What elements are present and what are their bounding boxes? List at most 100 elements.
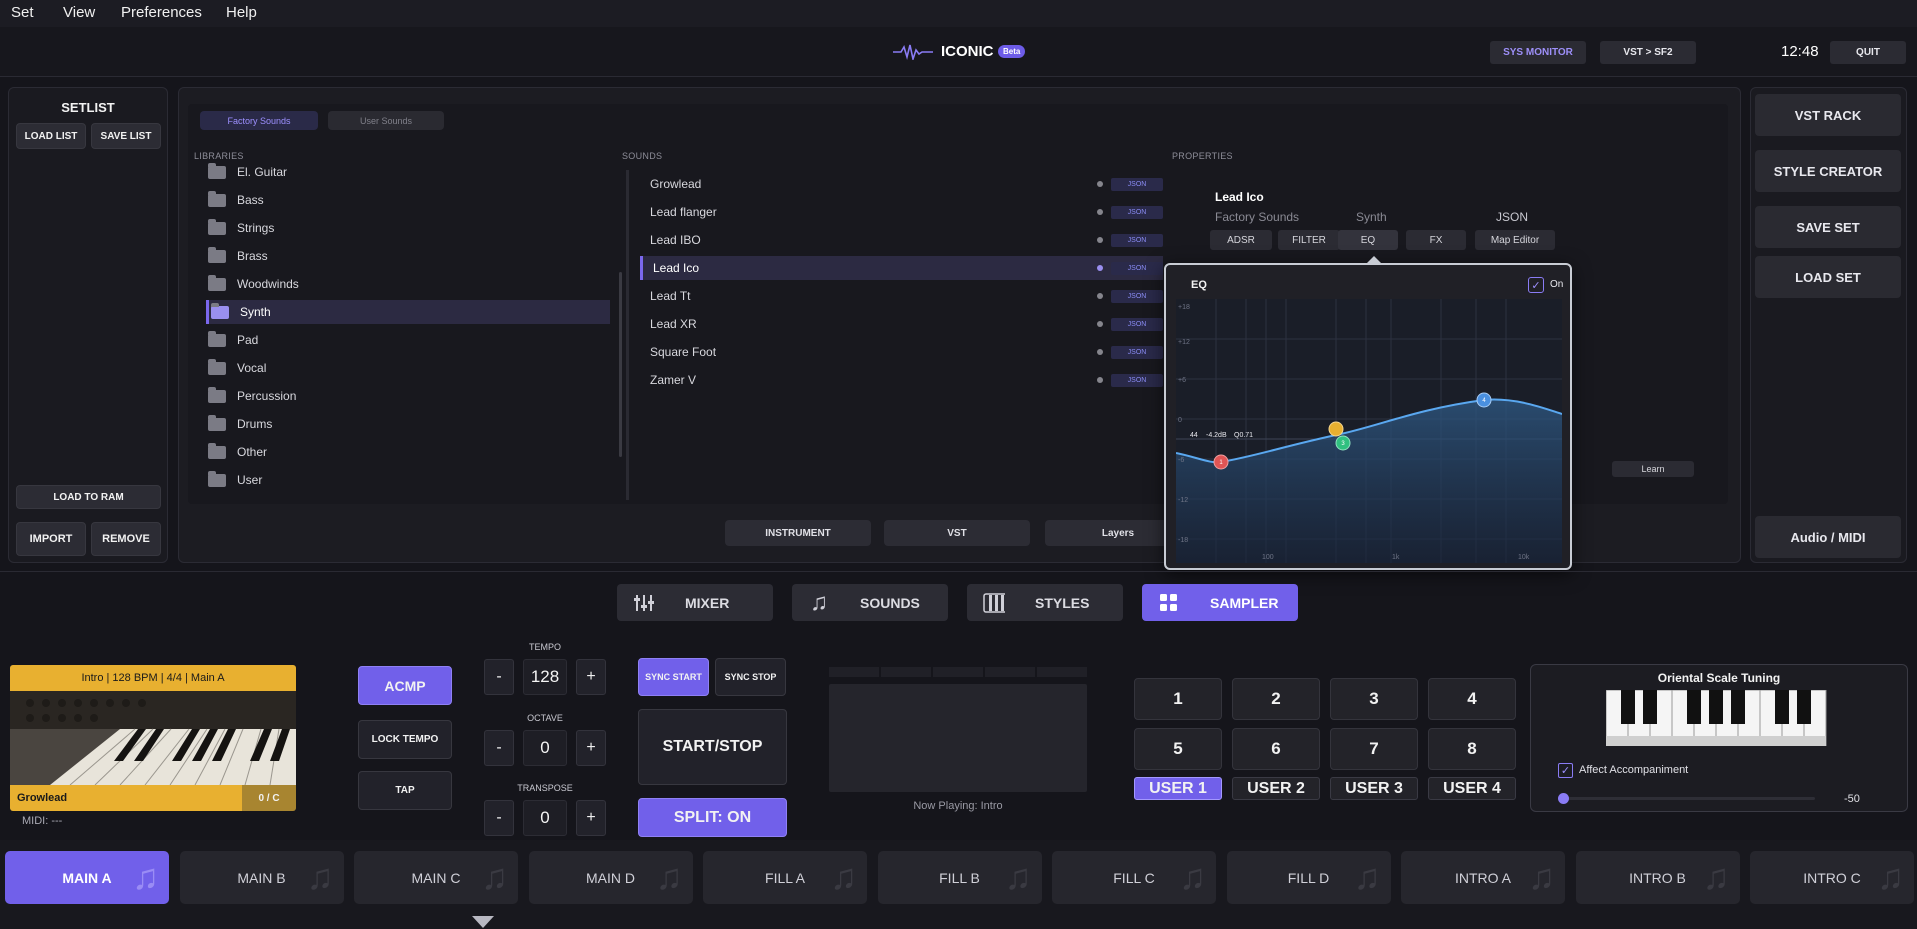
- eq-graph[interactable]: +18 +12 +6 0 -6 -12 -18 100 1k 10k 44 -4…: [1176, 299, 1562, 563]
- menu-set[interactable]: Set: [11, 4, 34, 21]
- sync-stop-button[interactable]: SYNC STOP: [715, 658, 786, 696]
- libraries-scrollbar[interactable]: [619, 272, 622, 457]
- json-badge[interactable]: JSON: [1111, 233, 1163, 247]
- sync-start-button[interactable]: SYNC START: [638, 658, 709, 696]
- variation-button[interactable]: ♫ INTRO B: [1575, 851, 1740, 904]
- menu-view[interactable]: View: [63, 4, 95, 21]
- variation-button[interactable]: ♫ FILL A: [703, 851, 867, 904]
- tuning-slider-track[interactable]: [1563, 797, 1815, 800]
- load-list-button[interactable]: LOAD LIST: [16, 123, 86, 149]
- affect-accompaniment-checkbox[interactable]: ✓: [1558, 763, 1573, 778]
- vst-to-sf2-button[interactable]: VST > SF2: [1600, 41, 1696, 64]
- tab-instrument[interactable]: INSTRUMENT: [725, 520, 871, 546]
- remove-button[interactable]: REMOVE: [91, 522, 161, 556]
- pad-button[interactable]: 6: [1232, 728, 1320, 770]
- sound-item[interactable]: Growlead JSON: [640, 172, 1163, 196]
- tab-adsr[interactable]: ADSR: [1210, 230, 1272, 250]
- import-button[interactable]: IMPORT: [16, 522, 86, 556]
- library-item[interactable]: Synth: [206, 300, 610, 324]
- tab-factory-sounds[interactable]: Factory Sounds: [200, 111, 318, 130]
- library-item[interactable]: Percussion: [206, 384, 610, 408]
- pad-button[interactable]: 1: [1134, 678, 1222, 720]
- save-list-button[interactable]: SAVE LIST: [91, 123, 161, 149]
- transpose-value[interactable]: 0: [523, 800, 567, 836]
- quit-button[interactable]: QUIT: [1830, 41, 1906, 64]
- json-badge[interactable]: JSON: [1111, 345, 1163, 359]
- json-badge[interactable]: JSON: [1111, 205, 1163, 219]
- learn-button[interactable]: Learn: [1612, 461, 1694, 477]
- library-item[interactable]: Pad: [206, 328, 610, 352]
- tab-fx[interactable]: FX: [1406, 230, 1466, 250]
- variation-button[interactable]: ♫ MAIN C: [354, 851, 518, 904]
- pad-button[interactable]: 2: [1232, 678, 1320, 720]
- json-badge[interactable]: JSON: [1111, 373, 1163, 387]
- tab-filter[interactable]: FILTER: [1278, 230, 1340, 250]
- library-item[interactable]: Vocal: [206, 356, 610, 380]
- variation-button[interactable]: ♫ MAIN B: [179, 851, 344, 904]
- menu-help[interactable]: Help: [226, 4, 257, 21]
- library-item[interactable]: Other: [206, 440, 610, 464]
- nav-styles[interactable]: STYLES: [967, 584, 1123, 621]
- sound-item[interactable]: Lead flanger JSON: [640, 200, 1163, 224]
- sound-item[interactable]: Lead Tt JSON: [640, 284, 1163, 308]
- lock-tempo-button[interactable]: LOCK TEMPO: [358, 720, 452, 759]
- library-item[interactable]: User: [206, 468, 610, 492]
- sound-item[interactable]: Zamer V JSON: [640, 368, 1163, 392]
- user-button[interactable]: USER 3: [1330, 777, 1418, 800]
- style-creator-button[interactable]: STYLE CREATOR: [1755, 150, 1901, 192]
- eq-band-2-handle[interactable]: [1328, 421, 1344, 437]
- acmp-button[interactable]: ACMP: [358, 666, 452, 705]
- instrument-card[interactable]: Intro | 128 BPM | 4/4 | Main A Growlead …: [10, 665, 296, 811]
- library-item[interactable]: Bass: [206, 188, 610, 212]
- save-set-button[interactable]: SAVE SET: [1755, 206, 1901, 248]
- tuning-slider-handle[interactable]: [1558, 793, 1569, 804]
- sys-monitor-button[interactable]: SYS MONITOR: [1490, 41, 1586, 64]
- split-button[interactable]: SPLIT: ON: [638, 798, 787, 837]
- load-to-ram-button[interactable]: LOAD TO RAM: [16, 485, 161, 509]
- nav-mixer[interactable]: MIXER: [617, 584, 773, 621]
- transpose-minus-button[interactable]: -: [484, 800, 514, 836]
- library-item[interactable]: Brass: [206, 244, 610, 268]
- variation-button[interactable]: ♫ INTRO A: [1401, 851, 1565, 904]
- user-button[interactable]: USER 1: [1134, 777, 1222, 800]
- library-item[interactable]: El. Guitar: [206, 163, 610, 184]
- sounds-scrollbar[interactable]: [626, 170, 629, 500]
- nav-sounds[interactable]: ♫ SOUNDS: [792, 584, 948, 621]
- json-badge[interactable]: JSON: [1111, 177, 1163, 191]
- library-item[interactable]: Strings: [206, 216, 610, 240]
- variation-button[interactable]: ♫ FILL D: [1226, 851, 1391, 904]
- pad-button[interactable]: 8: [1428, 728, 1516, 770]
- variation-button[interactable]: ♫ FILL C: [1052, 851, 1216, 904]
- library-item[interactable]: Drums: [206, 412, 610, 436]
- variation-button[interactable]: ♫ MAIN D: [528, 851, 693, 904]
- user-button[interactable]: USER 4: [1428, 777, 1516, 800]
- tab-user-sounds[interactable]: User Sounds: [328, 111, 444, 130]
- sound-item[interactable]: Lead Ico JSON: [640, 256, 1163, 280]
- transpose-plus-button[interactable]: +: [576, 800, 606, 836]
- json-badge[interactable]: JSON: [1111, 261, 1163, 275]
- nav-sampler[interactable]: SAMPLER: [1142, 584, 1298, 621]
- sound-item[interactable]: Square Foot JSON: [640, 340, 1163, 364]
- tab-map-editor[interactable]: Map Editor: [1475, 230, 1555, 250]
- tempo-plus-button[interactable]: +: [576, 659, 606, 695]
- tempo-value[interactable]: 128: [523, 659, 567, 695]
- variation-button[interactable]: ♫ INTRO C: [1750, 851, 1914, 904]
- variation-button[interactable]: ♫ FILL B: [877, 851, 1042, 904]
- eq-on-checkbox[interactable]: ✓: [1528, 277, 1544, 293]
- tuning-keyboard[interactable]: [1606, 690, 1831, 746]
- audio-midi-button[interactable]: Audio / MIDI: [1755, 516, 1901, 558]
- json-badge[interactable]: JSON: [1111, 317, 1163, 331]
- tab-vst[interactable]: VST: [884, 520, 1030, 546]
- pad-button[interactable]: 3: [1330, 678, 1418, 720]
- octave-plus-button[interactable]: +: [576, 730, 606, 766]
- menu-preferences[interactable]: Preferences: [121, 4, 202, 21]
- vst-rack-button[interactable]: VST RACK: [1755, 94, 1901, 136]
- json-badge[interactable]: JSON: [1111, 289, 1163, 303]
- pad-button[interactable]: 4: [1428, 678, 1516, 720]
- octave-minus-button[interactable]: -: [484, 730, 514, 766]
- user-button[interactable]: USER 2: [1232, 777, 1320, 800]
- tab-eq[interactable]: EQ: [1338, 230, 1398, 250]
- variation-button[interactable]: ♫ MAIN A: [5, 851, 169, 904]
- tap-button[interactable]: TAP: [358, 771, 452, 810]
- load-set-button[interactable]: LOAD SET: [1755, 256, 1901, 298]
